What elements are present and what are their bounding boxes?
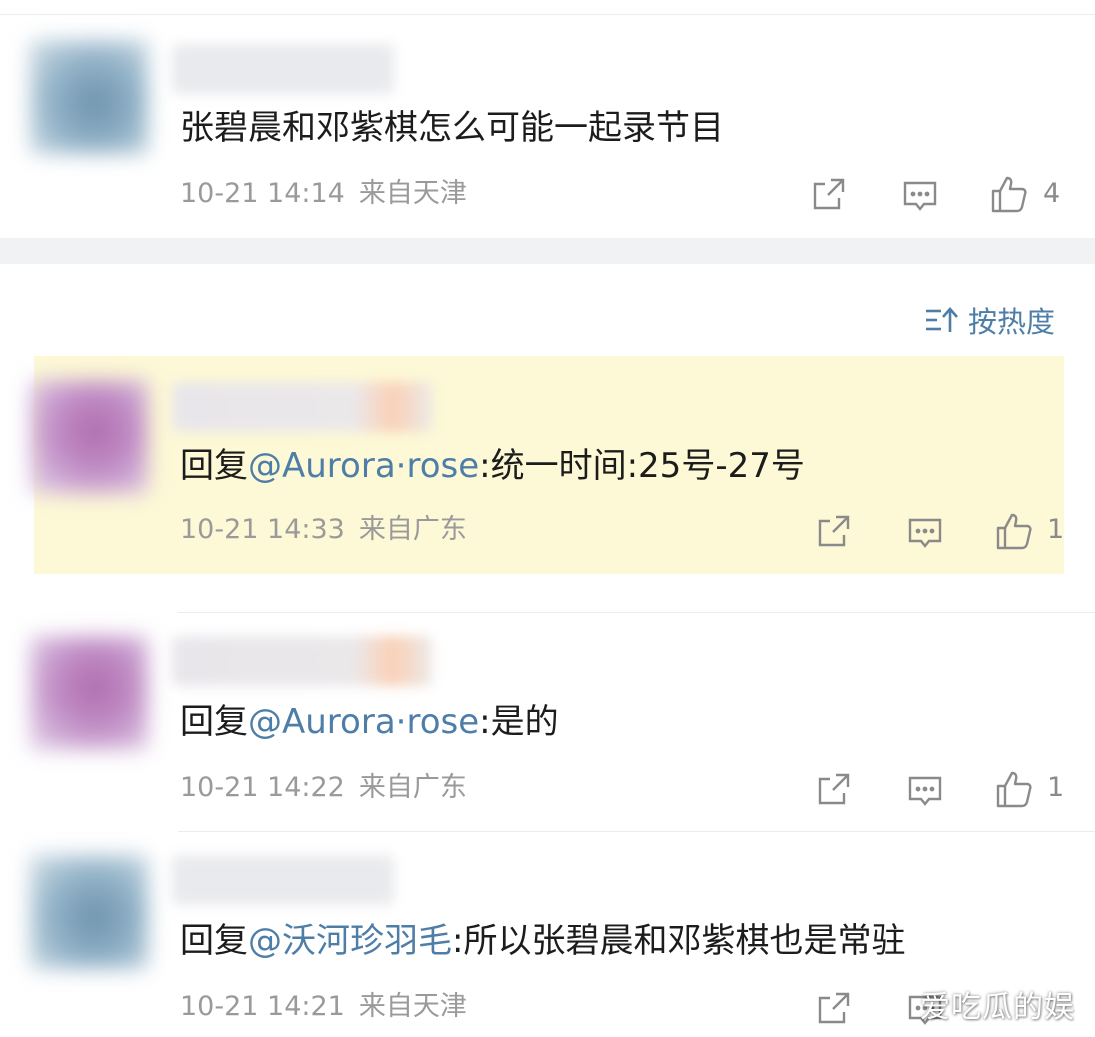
comment-button[interactable] xyxy=(902,178,938,214)
comment-body: :统一时间:25号-27号 xyxy=(479,446,805,486)
comment-location: 来自天津 xyxy=(358,991,467,1022)
thumbs-up-icon xyxy=(996,513,1032,550)
mention-link[interactable]: @沃河珍羽毛 xyxy=(248,921,452,961)
comment-body: 张碧晨和邓紫棋怎么可能一起录节目 xyxy=(180,108,724,148)
comment-location: 来自天津 xyxy=(358,178,467,209)
like-count: 1 xyxy=(1047,514,1065,545)
top-divider xyxy=(0,14,1095,15)
reply-prefix: 回复 xyxy=(180,702,248,742)
thumbs-up-icon xyxy=(991,176,1027,213)
like-button[interactable] xyxy=(989,174,1029,214)
avatar[interactable] xyxy=(30,636,148,750)
comment-text: 回复@Aurora·rose:统一时间:25号-27号 xyxy=(180,446,805,486)
share-button[interactable] xyxy=(816,513,852,549)
reply-prefix: 回复 xyxy=(180,446,248,486)
comment-text: 张碧晨和邓紫棋怎么可能一起录节目 xyxy=(180,108,724,148)
sort-by-heat-button[interactable]: 按热度 xyxy=(924,302,1056,339)
reply-prefix: 回复 xyxy=(180,921,248,961)
comment-meta: 10-21 14:33 来自广东 xyxy=(180,514,467,546)
section-separator xyxy=(0,238,1095,264)
comment-icon xyxy=(903,181,937,211)
comment-location: 来自广东 xyxy=(358,772,467,803)
share-icon xyxy=(818,773,850,805)
mention-link[interactable]: @Aurora·rose xyxy=(248,702,479,742)
comment-time: 10-21 14:33 xyxy=(180,514,345,545)
like-count: 1 xyxy=(1047,772,1065,803)
comment-meta: 10-21 14:14 来自天津 xyxy=(180,178,467,210)
comment-time: 10-21 14:14 xyxy=(180,178,345,209)
like-button[interactable] xyxy=(994,769,1034,809)
comment-text: 回复@沃河珍羽毛:所以张碧晨和邓紫棋也是常驻 xyxy=(180,921,905,961)
share-icon xyxy=(818,515,850,547)
comment-text: 回复@Aurora·rose:是的 xyxy=(180,702,559,742)
username-blurred[interactable] xyxy=(172,636,432,686)
comment-body: :所以张碧晨和邓紫棋也是常驻 xyxy=(452,921,906,961)
mention-link[interactable]: @Aurora·rose xyxy=(248,446,479,486)
comment-icon xyxy=(908,776,942,806)
like-button[interactable] xyxy=(994,511,1034,551)
avatar[interactable] xyxy=(30,380,148,494)
like-count: 4 xyxy=(1043,178,1061,209)
comment-time: 10-21 14:22 xyxy=(180,772,345,803)
share-icon xyxy=(818,992,850,1024)
comment-button[interactable] xyxy=(907,773,943,809)
comment-time: 10-21 14:21 xyxy=(180,991,345,1022)
username-blurred[interactable] xyxy=(172,44,394,94)
comment-button[interactable] xyxy=(907,515,943,551)
sort-icon xyxy=(926,307,958,332)
username-blurred[interactable] xyxy=(172,855,394,905)
thumbs-up-icon xyxy=(996,771,1032,808)
comment-divider xyxy=(178,612,1095,613)
share-button[interactable] xyxy=(816,990,852,1026)
share-button[interactable] xyxy=(816,771,852,807)
comment-meta: 10-21 14:22 来自广东 xyxy=(180,772,467,804)
username-blurred[interactable] xyxy=(172,382,432,432)
watermark: 爱吃瓜的娱 xyxy=(920,990,1075,1025)
comment-body: :是的 xyxy=(479,702,559,742)
share-icon xyxy=(813,178,845,210)
sort-label: 按热度 xyxy=(968,305,1056,339)
share-button[interactable] xyxy=(811,176,847,212)
avatar[interactable] xyxy=(30,855,148,969)
comment-divider xyxy=(178,831,1095,832)
avatar[interactable] xyxy=(30,40,148,154)
comment-location: 来自广东 xyxy=(358,514,467,545)
comment-icon xyxy=(908,518,942,548)
comment-meta: 10-21 14:21 来自天津 xyxy=(180,991,467,1023)
